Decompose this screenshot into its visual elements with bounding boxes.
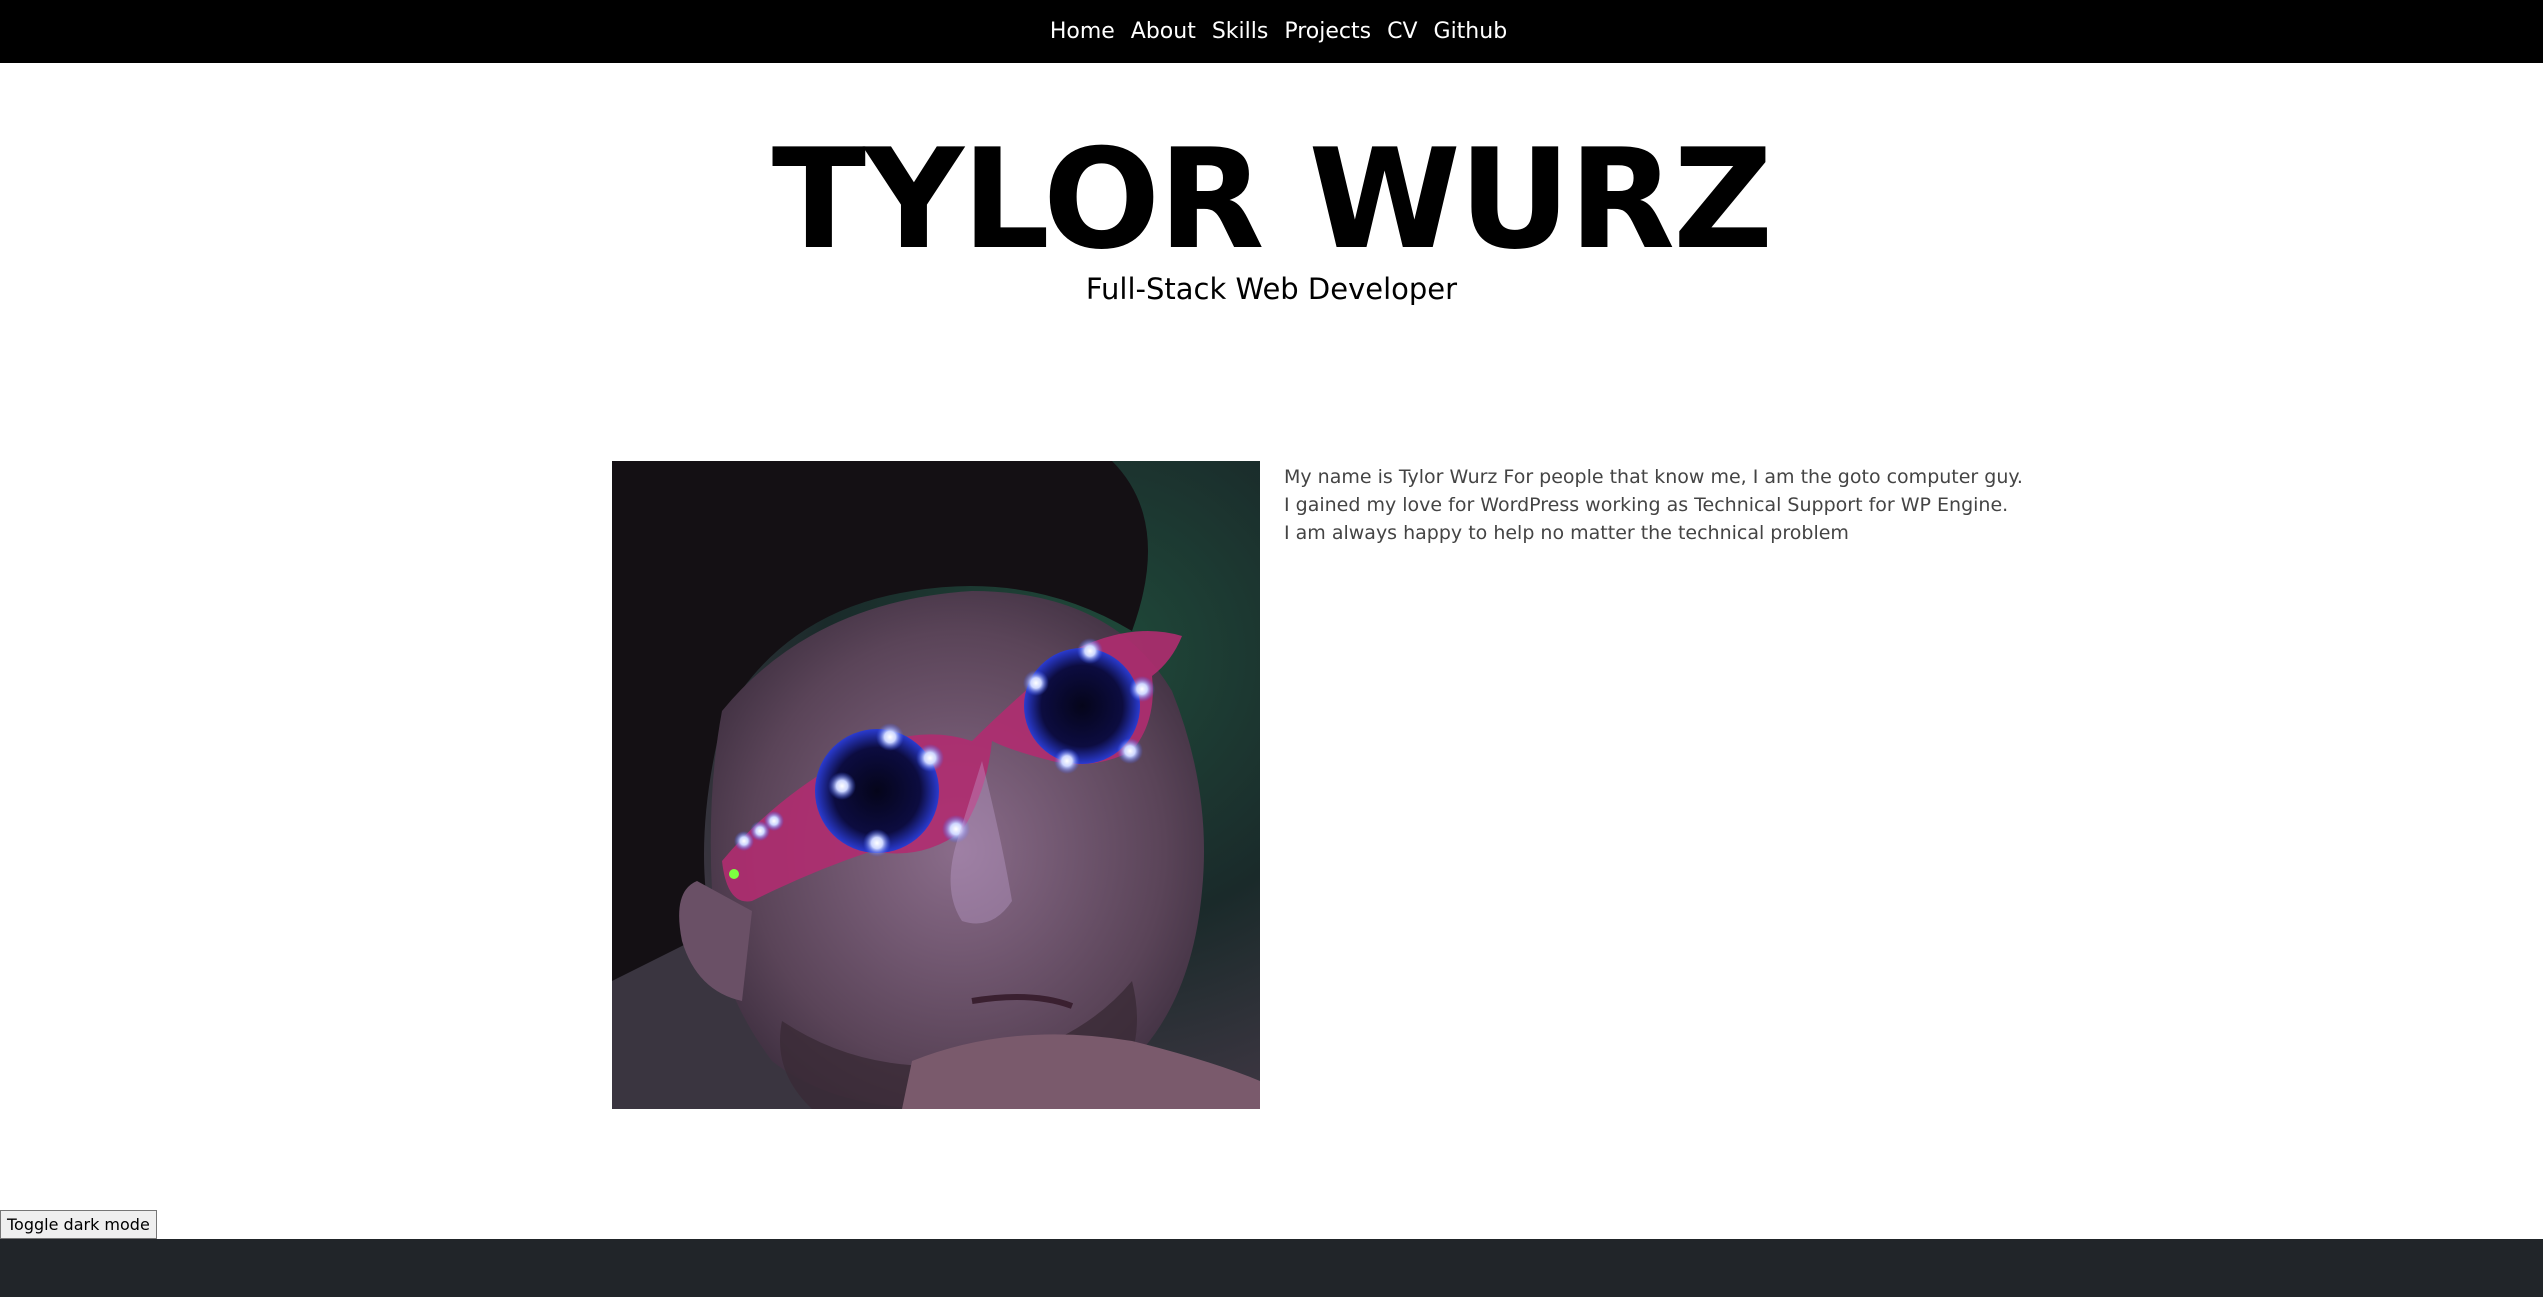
nav-link-cv[interactable]: CV (1379, 19, 1425, 44)
hero-title: TYLOR WURZ (771, 119, 1773, 280)
nav-link-about[interactable]: About (1123, 19, 1204, 44)
page-footer (0, 1239, 2543, 1297)
about-text: My name is Tylor Wurz For people that kn… (1284, 461, 2023, 547)
nav-link-github[interactable]: Github (1426, 19, 1516, 44)
about-line: I am always happy to help no matter the … (1284, 522, 1849, 544)
hero-subtitle: Full-Stack Web Developer (1085, 272, 1458, 306)
nav-link-projects[interactable]: Projects (1276, 19, 1379, 44)
portrait-image (612, 461, 1260, 1109)
nav-list: Home About Skills Projects CV Github (1042, 0, 1515, 63)
top-navbar: Home About Skills Projects CV Github (0, 0, 2543, 63)
nav-link-skills[interactable]: Skills (1204, 19, 1277, 44)
about-line: I gained my love for WordPress working a… (1284, 494, 2009, 516)
nav-link-home[interactable]: Home (1042, 19, 1123, 44)
toggle-dark-mode-button[interactable]: Toggle dark mode (0, 1210, 157, 1239)
about-line: My name is Tylor Wurz For people that kn… (1284, 466, 2023, 488)
